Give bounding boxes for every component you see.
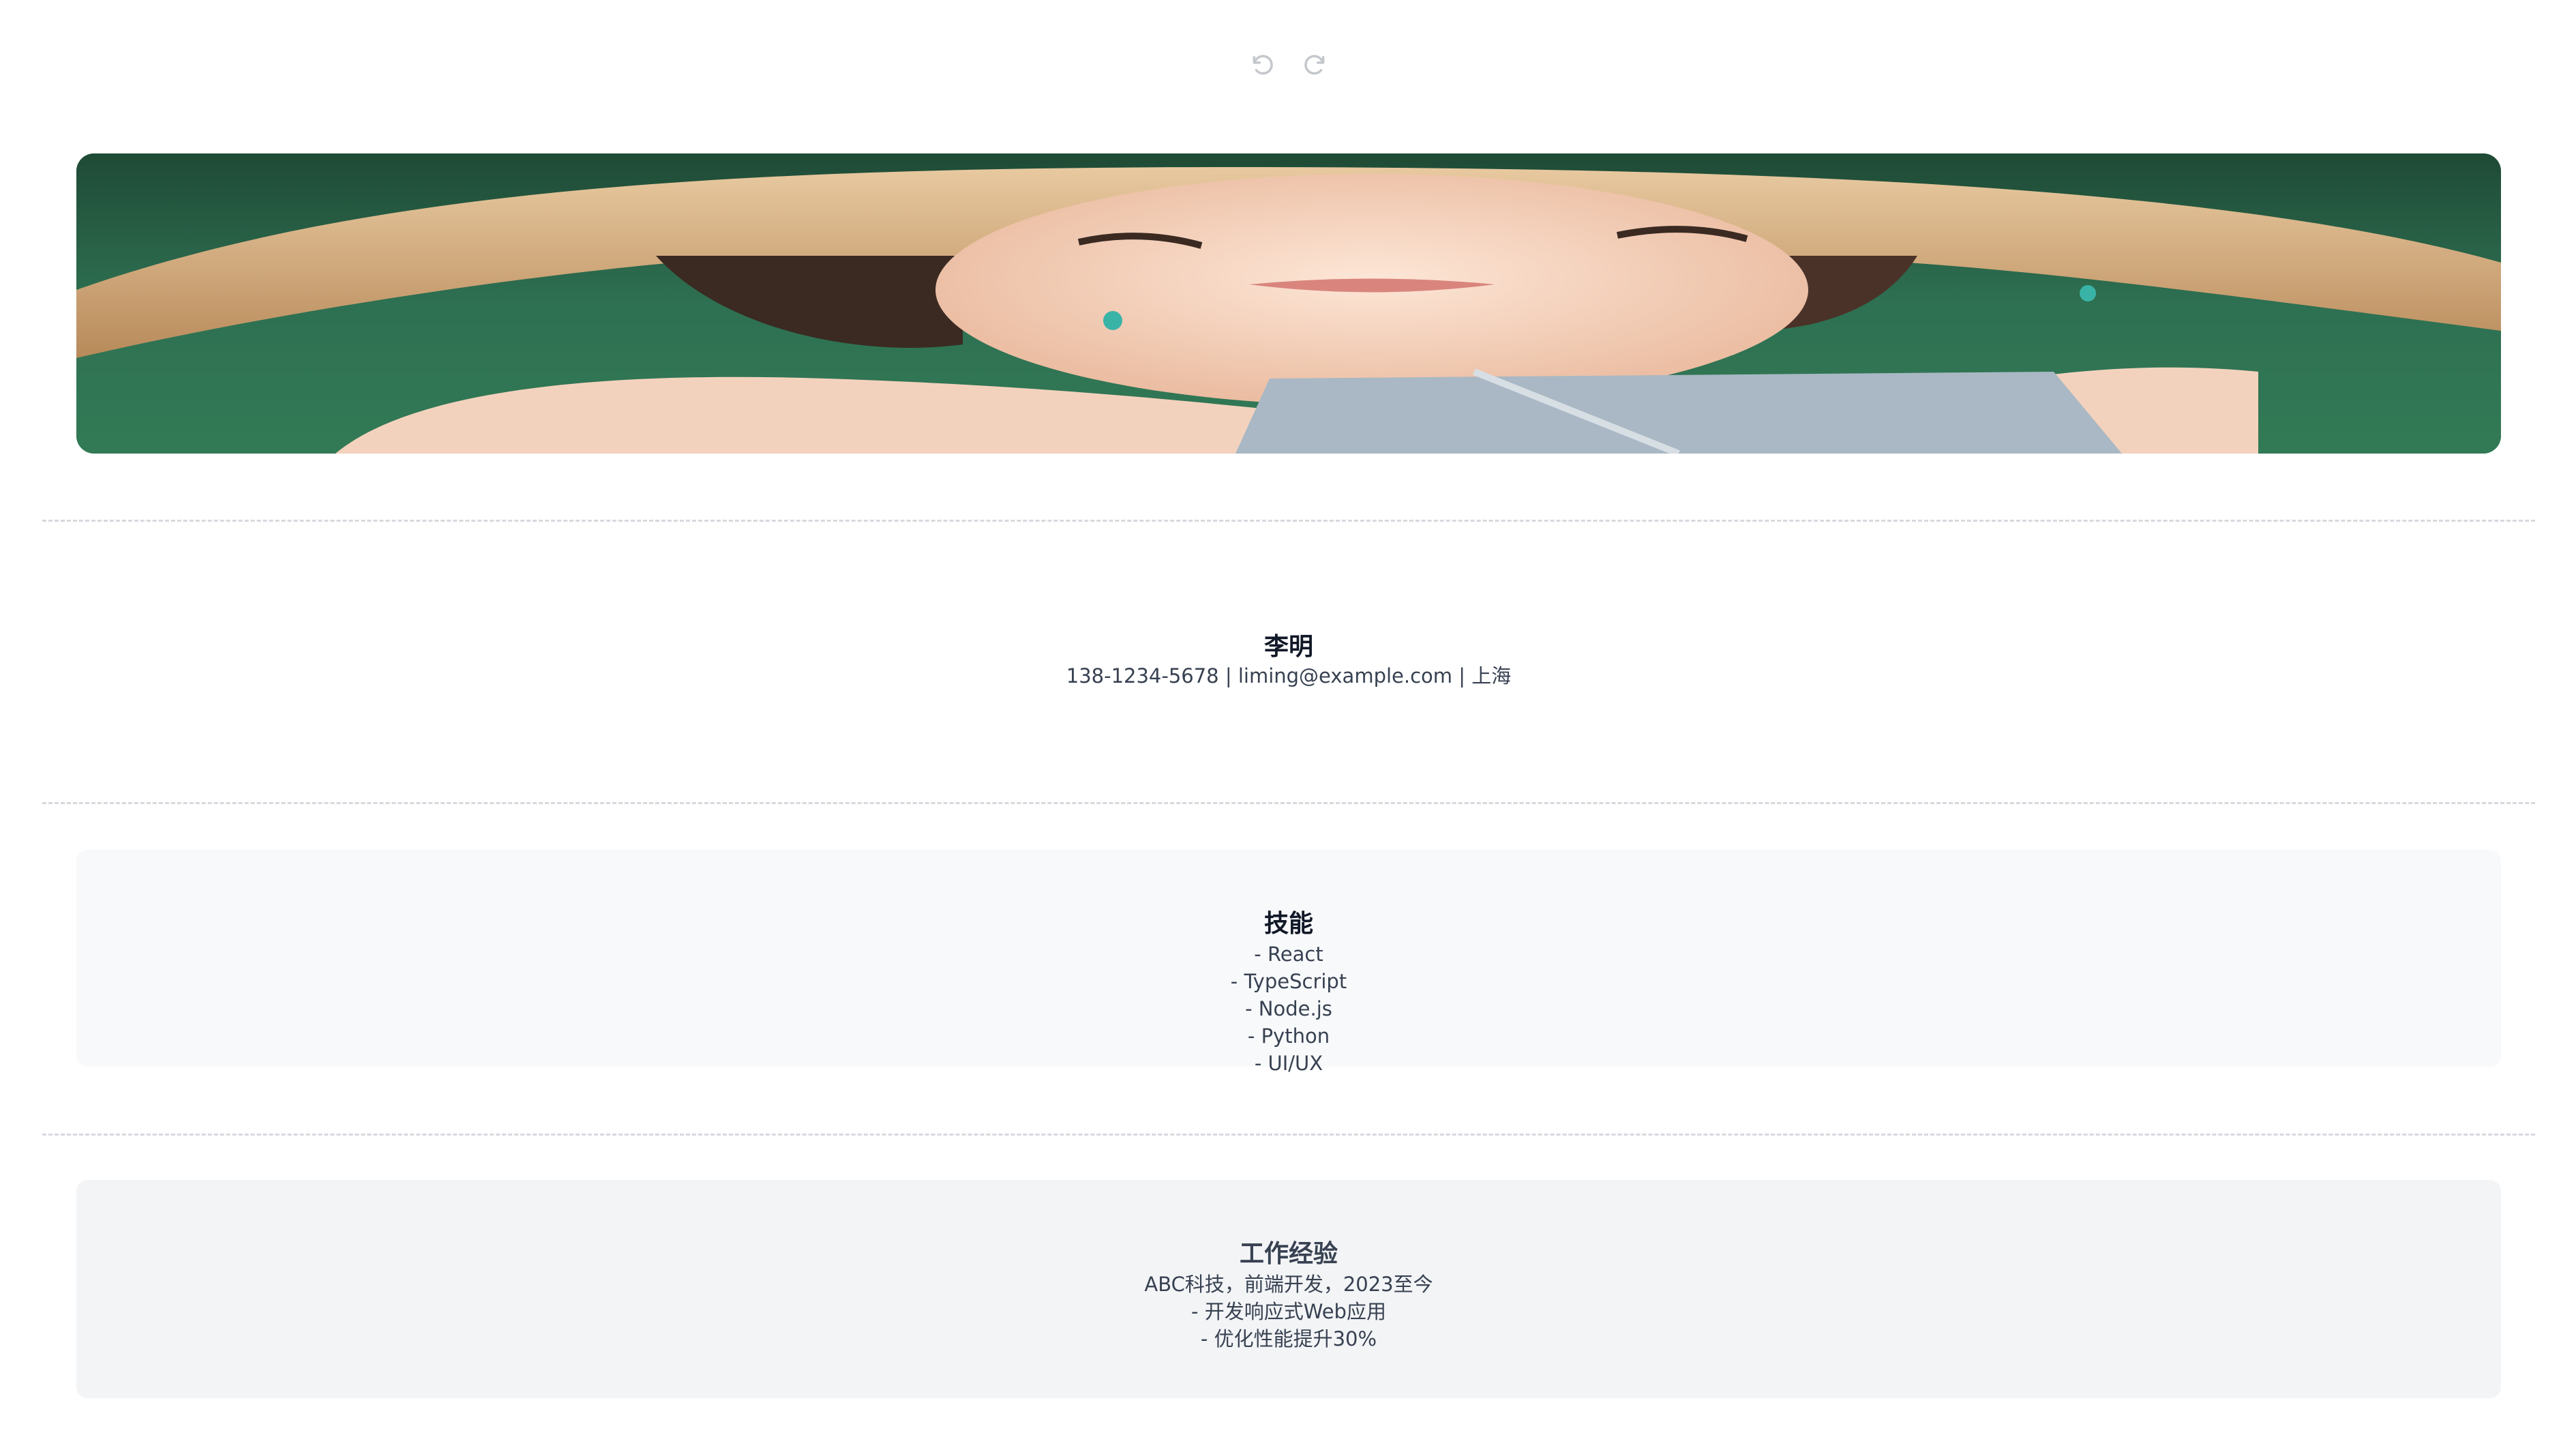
resume-editor: 李明 138-1234-5678 | liming@example.com | …	[0, 0, 2576, 1450]
experience-title: 工作经验	[1239, 1240, 1338, 1268]
skill-item: - Python	[1247, 1024, 1330, 1048]
section-divider	[42, 802, 2535, 804]
banner-photo	[76, 153, 2501, 454]
undo-button[interactable]	[1248, 50, 1278, 80]
section-divider	[42, 1134, 2535, 1136]
profile-section[interactable]: 李明 138-1234-5678 | liming@example.com | …	[76, 631, 2501, 690]
history-toolbar	[1248, 48, 1330, 82]
banner-image[interactable]	[76, 153, 2501, 454]
experience-line: - 开发响应式Web应用	[1191, 1300, 1386, 1323]
skill-item: - React	[1254, 943, 1323, 966]
skill-item: - TypeScript	[1230, 970, 1347, 993]
experience-line: - 优化性能提升30%	[1200, 1327, 1377, 1350]
experience-line: ABC科技，前端开发，2023至今	[1144, 1273, 1433, 1296]
profile-contact: 138-1234-5678 | liming@example.com | 上海	[1066, 664, 1512, 687]
undo-icon	[1253, 55, 1273, 75]
redo-icon	[1304, 55, 1325, 75]
redo-button[interactable]	[1300, 50, 1330, 80]
skill-item: - UI/UX	[1254, 1052, 1323, 1075]
profile-name: 李明	[1263, 633, 1313, 661]
skills-title: 技能	[1263, 910, 1313, 938]
experience-section[interactable]: 工作经验 ABC科技，前端开发，2023至今 - 开发响应式Web应用 - 优化…	[76, 1180, 2501, 1398]
skills-section[interactable]: 技能 - React - TypeScript - Node.js - Pyth…	[76, 850, 2501, 1075]
section-divider	[42, 520, 2535, 522]
skill-item: - Node.js	[1245, 997, 1332, 1020]
